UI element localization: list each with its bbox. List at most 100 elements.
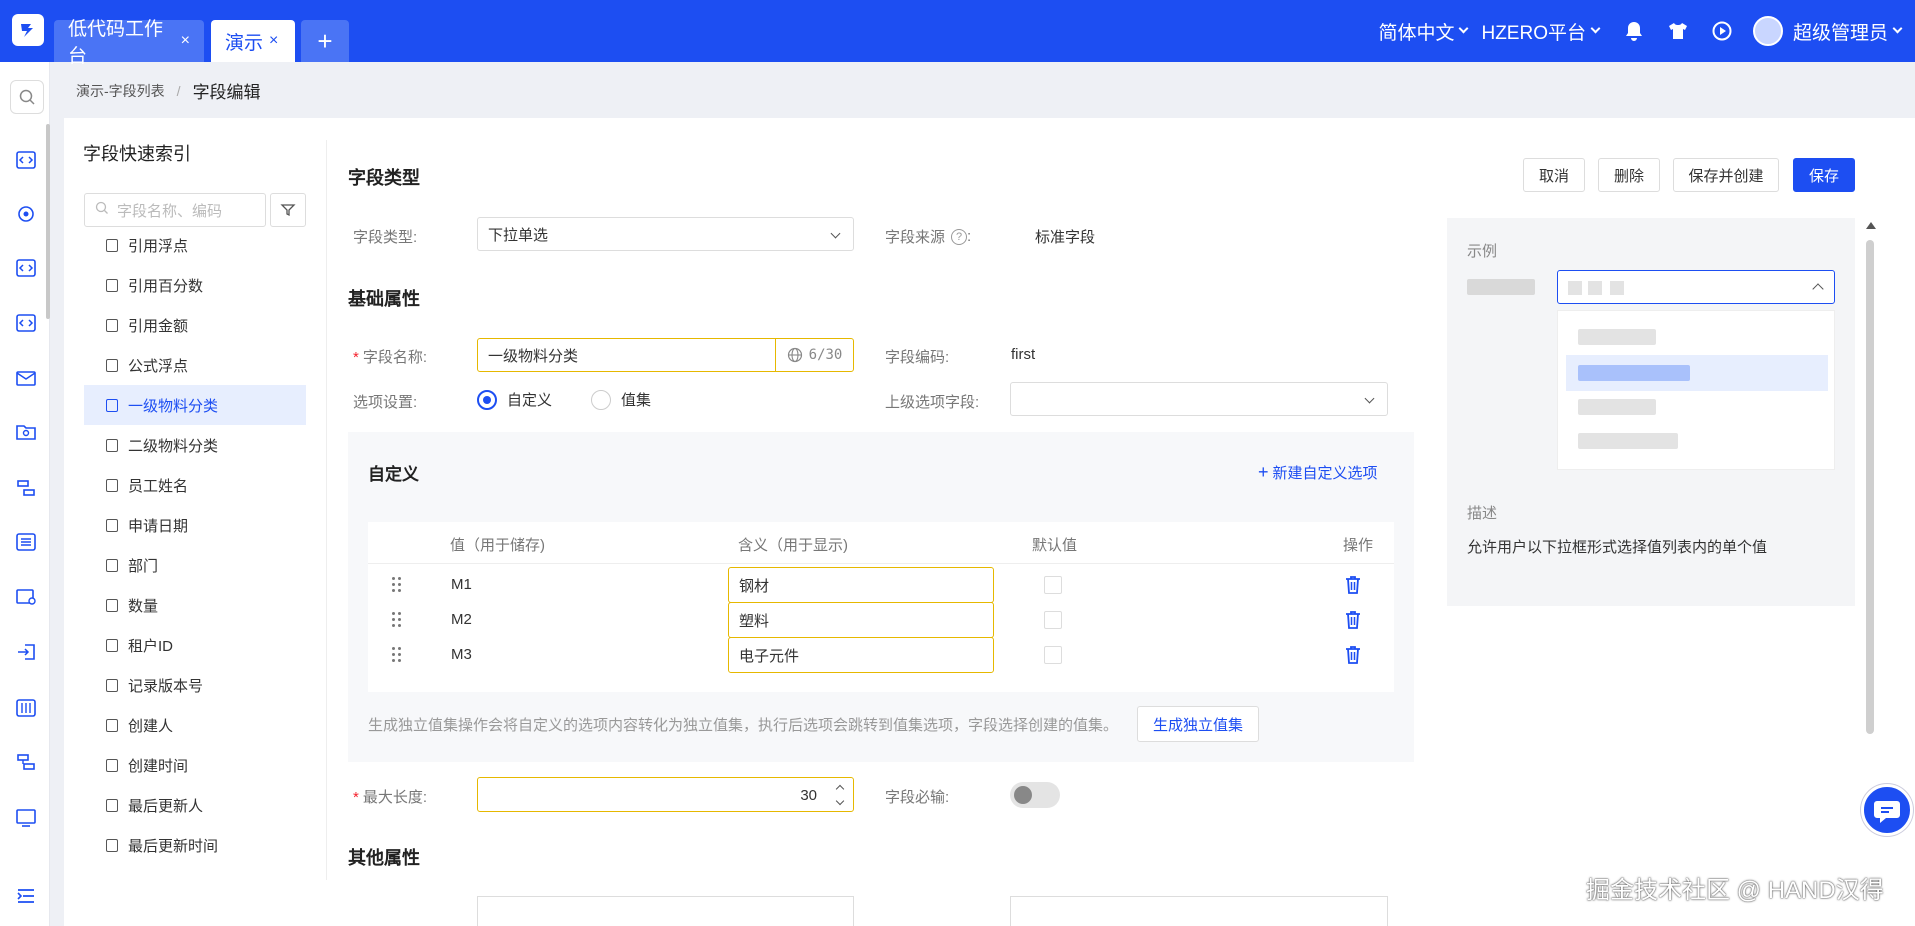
collapse-menu-icon[interactable] — [15, 886, 37, 909]
index-search-input[interactable]: 字段名称、编码 — [84, 193, 266, 227]
index-list-item[interactable]: 二级物料分类 — [84, 425, 306, 465]
main-scrollbar[interactable] — [1866, 240, 1874, 734]
index-list-item[interactable]: 最后更新人 — [84, 785, 306, 825]
index-list-item[interactable]: 申请日期 — [84, 505, 306, 545]
help-chat-icon[interactable] — [1861, 784, 1913, 836]
index-list-item[interactable]: 部门 — [84, 545, 306, 585]
index-list-item[interactable]: 引用百分数 — [84, 265, 306, 305]
default-checkbox[interactable] — [1044, 646, 1062, 664]
other-field-input[interactable] — [477, 896, 854, 926]
mail-icon[interactable] — [15, 368, 37, 388]
delete-button[interactable]: 删除 — [1598, 158, 1660, 192]
index-list-item[interactable]: 租户ID — [84, 625, 306, 665]
index-list-item[interactable]: 数量 — [84, 585, 306, 625]
tab-demo[interactable]: 演示 × — [211, 20, 295, 62]
col-value: 值（用于储存) — [450, 537, 545, 554]
field-type-icon — [106, 358, 118, 372]
radio-valueset[interactable]: 值集 — [591, 389, 651, 410]
filter-icon[interactable] — [270, 193, 306, 227]
trash-icon[interactable] — [1343, 574, 1363, 596]
index-list-item[interactable]: 引用浮点 — [84, 225, 306, 265]
trash-icon[interactable] — [1343, 609, 1363, 631]
drag-handle-icon[interactable] — [392, 577, 402, 593]
help-icon[interactable]: ? — [951, 228, 968, 245]
other-field-input[interactable] — [1010, 896, 1388, 926]
field-name-input[interactable]: 一级物料分类 6/30 — [477, 338, 854, 372]
radio-custom-label: 自定义 — [507, 392, 553, 409]
save-and-create-button[interactable]: 保存并创建 — [1673, 158, 1779, 192]
cancel-button[interactable]: 取消 — [1523, 158, 1585, 192]
field-code-value: first — [1011, 346, 1036, 363]
placeholder-option — [1578, 399, 1656, 415]
drag-handle-icon[interactable] — [392, 647, 402, 663]
index-list-item[interactable]: 创建人 — [84, 705, 306, 745]
index-list-item[interactable]: 创建时间 — [84, 745, 306, 785]
index-list-item[interactable]: 公式浮点 — [84, 345, 306, 385]
save-button[interactable]: 保存 — [1793, 158, 1855, 192]
index-list-item[interactable]: 员工姓名 — [84, 465, 306, 505]
field-type-select[interactable]: 下拉单选 — [477, 217, 854, 251]
placeholder-option — [1578, 365, 1690, 381]
panel-divider — [326, 140, 327, 880]
table-header: 值（用于储存) 含义（用于显示) 默认值 操作 — [368, 522, 1394, 564]
breadcrumb-parent[interactable]: 演示-字段列表 — [76, 81, 165, 101]
parent-option-select[interactable] — [1010, 382, 1388, 416]
radio-custom[interactable]: 自定义 — [477, 389, 552, 410]
index-list-item[interactable]: 一级物料分类 — [84, 385, 306, 425]
login-icon[interactable] — [15, 642, 37, 662]
language-select[interactable]: 简体中文 — [1378, 18, 1469, 45]
settings-card-icon[interactable] — [15, 587, 37, 607]
monitor-icon[interactable] — [15, 808, 37, 828]
folder-gear-icon[interactable] — [15, 422, 37, 442]
tab-lowcode-workbench[interactable]: 低代码工作台 × — [54, 19, 204, 67]
field-code-label: 字段编码: — [885, 349, 950, 366]
close-icon[interactable]: × — [181, 32, 190, 50]
app-logo[interactable] — [12, 14, 44, 46]
close-icon[interactable]: × — [269, 32, 278, 50]
name-count-addon[interactable]: 6/30 — [775, 339, 853, 371]
stepper-up-icon[interactable] — [835, 784, 845, 794]
generate-valueset-button[interactable]: 生成独立值集 — [1137, 706, 1259, 742]
stack-icon[interactable] — [15, 752, 37, 772]
index-list-item[interactable]: 记录版本号 — [84, 665, 306, 705]
code-icon[interactable] — [15, 258, 37, 278]
example-label-placeholder — [1467, 279, 1535, 295]
field-type-icon — [106, 758, 118, 772]
play-icon[interactable] — [1709, 18, 1735, 44]
drag-handle-icon[interactable] — [392, 612, 402, 628]
option-meaning-input[interactable]: 电子元件 — [728, 637, 994, 673]
code-icon[interactable] — [15, 313, 37, 333]
new-custom-option-button[interactable]: + 新建自定义选项 — [1258, 462, 1378, 483]
default-checkbox[interactable] — [1044, 611, 1062, 629]
trash-icon[interactable] — [1343, 644, 1363, 666]
user-menu[interactable]: 超级管理员 — [1793, 18, 1903, 45]
bell-icon[interactable] — [1621, 18, 1647, 44]
search-icon[interactable] — [10, 80, 44, 114]
sliders-icon[interactable] — [15, 698, 37, 718]
index-list-item[interactable]: 最后更新时间 — [84, 825, 306, 865]
watermark: 掘金技术社区 @ HAND汉得 — [1586, 877, 1884, 904]
index-list-item[interactable]: 引用金额 — [84, 305, 306, 345]
breadcrumb: 演示-字段列表 / 字段编辑 — [76, 78, 261, 103]
max-length-label-text: 最大长度: — [362, 789, 428, 806]
max-length-input[interactable]: 30 — [477, 777, 854, 812]
code-icon[interactable] — [15, 150, 37, 170]
layers-icon[interactable] — [15, 478, 37, 498]
chevron-down-icon — [830, 228, 841, 239]
platform-select[interactable]: HZERO平台 — [1481, 18, 1601, 45]
avatar[interactable] — [1752, 16, 1783, 46]
required-toggle[interactable] — [1010, 782, 1060, 808]
shirt-icon[interactable] — [1665, 18, 1691, 44]
add-tab-button[interactable]: + — [301, 20, 349, 62]
option-value: M1 — [451, 576, 472, 593]
stepper-down-icon[interactable] — [835, 796, 845, 806]
index-item-label: 记录版本号 — [128, 677, 204, 695]
rail-scrollbar[interactable] — [46, 124, 50, 319]
scroll-up-icon[interactable] — [1866, 222, 1876, 229]
default-checkbox[interactable] — [1044, 576, 1062, 594]
cube-icon[interactable] — [15, 204, 37, 224]
option-meaning-input[interactable]: 塑料 — [728, 602, 994, 638]
list-icon[interactable] — [15, 532, 37, 552]
top-right-menu: 简体中文 HZERO平台 超级管理员 — [1378, 0, 1915, 62]
option-meaning-input[interactable]: 钢材 — [728, 567, 994, 603]
